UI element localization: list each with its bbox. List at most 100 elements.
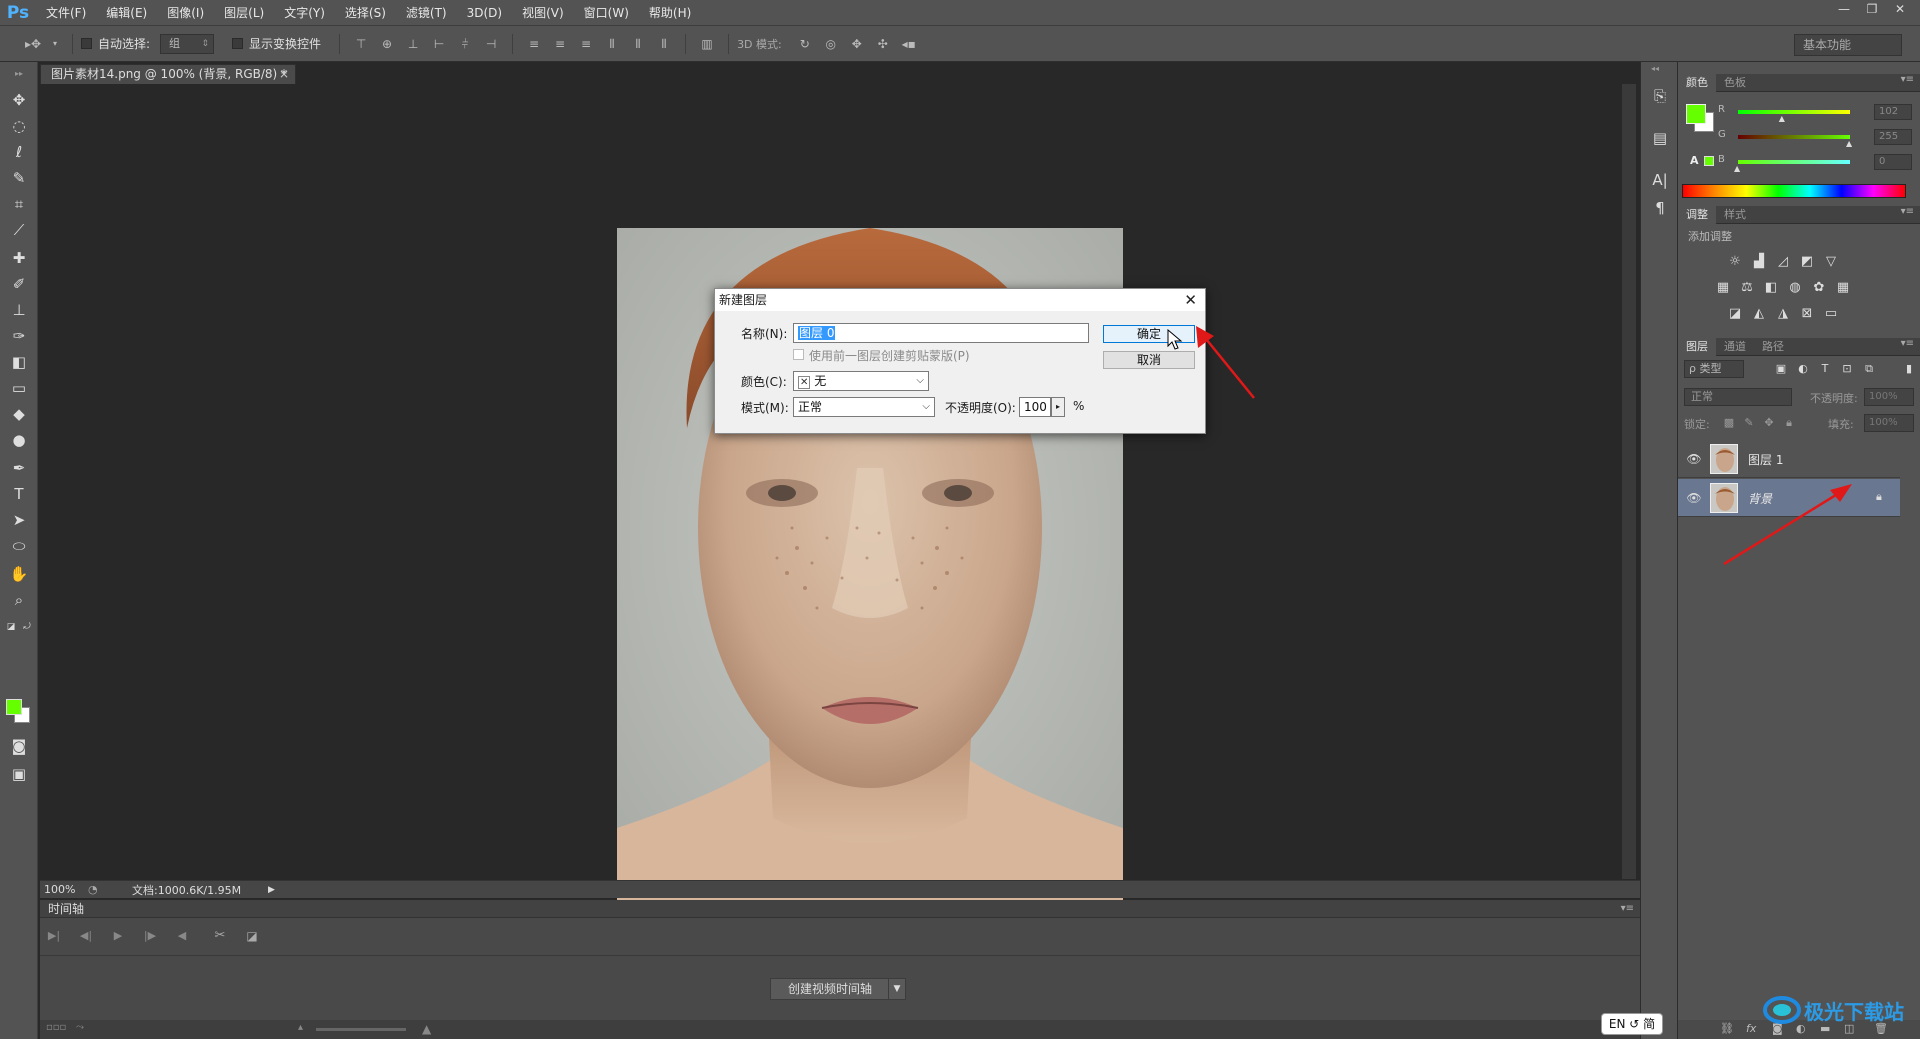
status-menu-icon[interactable]: ▶ — [268, 885, 275, 895]
timeline-settings-icon[interactable]: ▫▫▫ — [46, 1022, 66, 1033]
green-slider[interactable]: G ▲ 255 — [1718, 129, 1918, 148]
panel-menu-icon[interactable]: ▾≡ — [1901, 338, 1914, 349]
ime-indicator[interactable]: EN ↺ 简 — [1601, 1013, 1663, 1035]
eye-icon[interactable]: 👁︎ — [1686, 490, 1702, 506]
zoom-tool-icon[interactable]: ⌕ — [9, 590, 29, 610]
selective-color-icon[interactable]: ⊠ — [1798, 306, 1816, 322]
canvas-vertical-scrollbar[interactable] — [1622, 84, 1636, 879]
zoom-slider[interactable] — [316, 1028, 406, 1031]
menu-item[interactable]: 编辑(E) — [96, 0, 157, 26]
collapse-dock-icon[interactable]: ◂◂ — [1651, 64, 1659, 73]
panel-menu-icon[interactable]: ▾≡ — [1901, 74, 1914, 85]
quick-mask-icon[interactable]: ◙ — [9, 736, 29, 756]
move-tool-icon[interactable]: ✥ — [9, 90, 29, 110]
posterize-icon[interactable]: ◭ — [1750, 306, 1768, 322]
hue-saturation-icon[interactable]: ▦ — [1714, 280, 1732, 296]
type-tool-icon[interactable]: T — [9, 484, 29, 504]
tab-adjustments[interactable]: 调整 — [1678, 205, 1716, 224]
lock-image-icon[interactable]: ✎ — [1740, 415, 1758, 431]
blue-value[interactable]: 0 — [1874, 154, 1912, 170]
tab-swatches[interactable]: 色板 — [1716, 74, 1754, 92]
tool-preset-dropdown-icon[interactable]: ▾ — [51, 37, 59, 51]
red-slider-thumb[interactable]: ▲ — [1779, 114, 1785, 123]
ellipse-tool-icon[interactable]: ⬭ — [9, 536, 29, 556]
auto-align-icon[interactable]: ▥ — [699, 37, 715, 51]
curves-icon[interactable]: ◿ — [1774, 254, 1792, 270]
color-fg-swatch[interactable] — [1686, 104, 1706, 124]
screen-mode-icon[interactable]: ▣ — [9, 764, 29, 784]
swap-colors-icon[interactable]: ⤾ — [22, 622, 32, 632]
distribute-right-icon[interactable]: ⦀ — [656, 37, 672, 51]
crop-tool-icon[interactable]: ⌗ — [9, 194, 29, 214]
gradient-tool-icon[interactable]: ▭ — [9, 378, 29, 398]
tab-channels[interactable]: 通道 — [1716, 338, 1754, 356]
red-value[interactable]: 102 — [1874, 104, 1912, 120]
pen-tool-icon[interactable]: ✒ — [9, 458, 29, 478]
blue-slider-thumb[interactable]: ▲ — [1734, 164, 1740, 173]
marquee-tool-icon[interactable]: ◌ — [9, 116, 29, 136]
align-vcenter-icon[interactable]: ⊕ — [379, 37, 395, 51]
timeline-title[interactable]: 时间轴 — [48, 902, 84, 916]
history-panel-icon[interactable]: ⎘ — [1650, 86, 1670, 106]
filter-toggle-icon[interactable]: ▮ — [1900, 361, 1918, 377]
collapse-panel-icon[interactable]: ▸▸ — [9, 64, 29, 78]
layer-color-select[interactable]: ✕ 无 ⌵ — [793, 371, 929, 391]
distribute-left-icon[interactable]: ⦀ — [604, 37, 620, 51]
quick-select-tool-icon[interactable]: ✎ — [9, 168, 29, 188]
black-white-icon[interactable]: ◧ — [1762, 280, 1780, 296]
zoom-out-icon[interactable]: ▴ — [298, 1022, 303, 1033]
distribute-hcenter-icon[interactable]: ⦀ — [630, 37, 646, 51]
properties-panel-icon[interactable]: ▤ — [1650, 128, 1670, 148]
fill-input[interactable]: 100% — [1864, 414, 1914, 432]
tab-styles[interactable]: 样式 — [1716, 206, 1754, 224]
tab-paths[interactable]: 路径 — [1754, 338, 1792, 356]
zoom-level[interactable]: 100% — [40, 883, 88, 896]
panel-menu-icon[interactable]: ▾≡ — [1901, 206, 1914, 217]
minimize-button[interactable]: — — [1830, 0, 1858, 18]
eye-icon[interactable]: 👁︎ — [1686, 451, 1702, 467]
red-slider[interactable]: R ▲ 102 — [1718, 104, 1918, 123]
layer-opacity-input[interactable]: 100% — [1864, 388, 1914, 406]
gamut-swatch[interactable] — [1704, 156, 1714, 166]
align-right-icon[interactable]: ⊣ — [483, 37, 499, 51]
vibrance-icon[interactable]: ▽ — [1822, 254, 1840, 270]
menu-item[interactable]: 文件(F) — [36, 0, 96, 26]
close-button[interactable]: ✕ — [1886, 0, 1914, 18]
auto-select-checkbox[interactable] — [81, 38, 92, 49]
create-video-timeline-button[interactable]: 创建视频时间轴 — [770, 978, 890, 1000]
photo-filter-icon[interactable]: ◍ — [1786, 280, 1804, 296]
filter-adjustment-icon[interactable]: ◐ — [1794, 361, 1812, 377]
menu-item[interactable]: 文字(Y) — [274, 0, 335, 26]
clone-stamp-tool-icon[interactable]: ⊥ — [9, 300, 29, 320]
lasso-tool-icon[interactable]: ℓ — [9, 142, 29, 162]
blue-track[interactable] — [1738, 160, 1850, 164]
align-hcenter-icon[interactable]: ⫩ — [457, 37, 473, 51]
menu-item[interactable]: 滤镜(T) — [396, 0, 457, 26]
blur-tool-icon[interactable]: ◆ — [9, 404, 29, 424]
gradient-map-icon[interactable]: ▭ — [1822, 306, 1840, 322]
filter-shape-icon[interactable]: ⊡ — [1838, 361, 1856, 377]
channel-mixer-icon[interactable]: ✿ — [1810, 280, 1828, 296]
color-spectrum-bar[interactable] — [1682, 184, 1906, 198]
3d-roll-icon[interactable]: ◎ — [823, 37, 839, 51]
panel-menu-icon[interactable]: ▾≡ — [1621, 900, 1634, 918]
3d-rotate-icon[interactable]: ↻ — [797, 37, 813, 51]
lock-position-icon[interactable]: ✥ — [1760, 415, 1778, 431]
document-tab[interactable]: 图片素材14.png @ 100% (背景, RGB/8) * × — [40, 64, 296, 84]
fx-icon[interactable]: fx — [1746, 1022, 1756, 1035]
align-bottom-icon[interactable]: ⊥ — [405, 37, 421, 51]
color-balance-icon[interactable]: ⚖ — [1738, 280, 1756, 296]
threshold-icon[interactable]: ◮ — [1774, 306, 1792, 322]
character-panel-icon[interactable]: A| — [1650, 170, 1670, 190]
show-transform-checkbox[interactable] — [232, 38, 244, 49]
previous-frame-icon[interactable]: ◀| — [78, 928, 94, 944]
path-selection-tool-icon[interactable]: ➤ — [9, 510, 29, 530]
levels-icon[interactable]: ▟ — [1750, 254, 1768, 270]
canvas-area[interactable] — [40, 84, 1640, 904]
healing-brush-tool-icon[interactable]: ✚ — [9, 248, 29, 268]
align-top-icon[interactable]: ⊤ — [353, 37, 369, 51]
default-colors-icon[interactable]: ◪ — [6, 622, 16, 632]
menu-item[interactable]: 视图(V) — [512, 0, 574, 26]
next-frame-icon[interactable]: |▶ — [142, 928, 158, 944]
menu-item[interactable]: 图层(L) — [214, 0, 274, 26]
